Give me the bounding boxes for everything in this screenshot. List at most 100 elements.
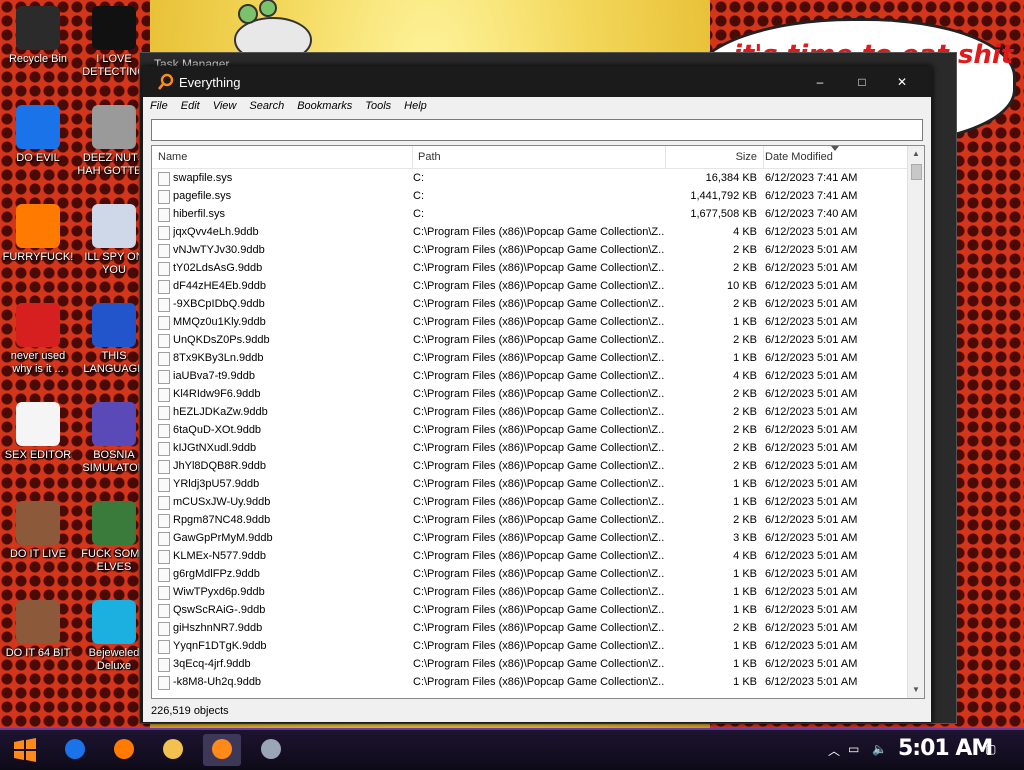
task-manager-taskbar-icon[interactable] — [252, 734, 290, 766]
chevron-up-icon[interactable]: ︿ — [828, 742, 840, 759]
file-date: 6/12/2023 5:01 AM — [765, 604, 858, 616]
menu-item[interactable]: Search — [242, 97, 290, 112]
file-row[interactable]: g6rgMdlFPz.9ddb C:\Program Files (x86)\Po… — [152, 565, 907, 583]
file-row[interactable]: MMQz0u1Kly.9ddb C:\Program Files (x86)\Po… — [152, 313, 907, 331]
file-row[interactable]: hEZLJDKaZw.9ddb C:\Program Files (x86)\Po… — [152, 403, 907, 421]
app-icon — [16, 303, 60, 347]
menu-item[interactable]: Bookmarks — [290, 97, 358, 112]
desktop-icon[interactable]: FURRYFUCK! — [0, 204, 76, 264]
file-row[interactable]: KLMEx-N577.9ddb C:\Program Files (x86)\Po… — [152, 547, 907, 565]
file-date: 6/12/2023 5:01 AM — [765, 226, 858, 238]
file-row[interactable]: giHszhnNR7.9ddb C:\Program Files (x86)\Po… — [152, 619, 907, 637]
file-row[interactable]: GawGpPrMyM.9ddb C:\Program Files (x86)\Po… — [152, 529, 907, 547]
file-name: swapfile.sys — [173, 172, 233, 184]
file-name: 3qEcq-4jrf.9ddb — [173, 658, 251, 670]
file-row[interactable]: Kl4RIdw9F6.9ddb C:\Program Files (x86)\Po… — [152, 385, 907, 403]
file-date: 6/12/2023 5:01 AM — [765, 370, 858, 382]
file-row[interactable]: YyqnF1DTgK.9ddb C:\Program Files (x86)\Po… — [152, 637, 907, 655]
search-input[interactable] — [151, 119, 923, 141]
file-icon — [158, 496, 170, 510]
desktop-icon[interactable]: DO IT 64 BIT — [0, 600, 76, 660]
close-button[interactable]: ✕ — [885, 73, 919, 91]
file-icon — [158, 352, 170, 366]
file-date: 6/12/2023 5:01 AM — [765, 460, 858, 472]
firefox-taskbar-icon[interactable] — [105, 734, 143, 766]
file-name: 8Tx9KBy3Ln.9ddb — [173, 352, 264, 364]
app-icon — [92, 303, 136, 347]
file-path: C:\Program Files (x86)\Popcap Game Colle… — [413, 460, 665, 472]
file-row[interactable]: vNJwTYJv30.9ddb C:\Program Files (x86)\Po… — [152, 241, 907, 259]
file-row[interactable]: pagefile.sys C: 1,441,792 KB 6/12/2023 7:41… — [152, 187, 907, 205]
file-row[interactable]: jqxQvv4eLh.9ddb C:\Program Files (x86)\Po… — [152, 223, 907, 241]
file-row[interactable]: WiwTPyxd6p.9ddb C:\Program Files (x86)\Po… — [152, 583, 907, 601]
maximize-button[interactable]: □ — [845, 73, 879, 91]
file-row[interactable]: mCUSxJW-Uy.9ddb C:\Program Files (x86)\Po… — [152, 493, 907, 511]
scroll-thumb[interactable] — [911, 164, 922, 180]
file-size: 1 KB — [733, 640, 757, 652]
file-row[interactable]: JhYl8DQB8R.9ddb C:\Program Files (x86)\Po… — [152, 457, 907, 475]
file-row[interactable]: YRldj3pU57.9ddb C:\Program Files (x86)\Po… — [152, 475, 907, 493]
file-name: QswScRAiG-.9ddb — [173, 604, 266, 616]
chrome-taskbar-icon[interactable] — [56, 734, 94, 766]
file-icon — [158, 244, 170, 258]
file-row[interactable]: UnQKDsZ0Ps.9ddb C:\Program Files (x86)\Po… — [152, 331, 907, 349]
file-date: 6/12/2023 5:01 AM — [765, 676, 858, 688]
desktop-icon[interactable]: DO IT LIVE — [0, 501, 76, 561]
file-row[interactable]: QswScRAiG-.9ddb C:\Program Files (x86)\Po… — [152, 601, 907, 619]
title-bar[interactable]: Everything – □ ✕ — [143, 67, 931, 97]
file-date: 6/12/2023 5:01 AM — [765, 532, 858, 544]
desktop-icon-label: SEX EDITOR — [4, 449, 72, 461]
file-row[interactable]: hiberfil.sys C: 1,677,508 KB 6/12/2023 7:40… — [152, 205, 907, 223]
desktop-icon[interactable]: SEX EDITOR — [0, 402, 76, 462]
column-path[interactable]: Path — [412, 146, 666, 168]
file-date: 6/12/2023 5:01 AM — [765, 514, 858, 526]
file-row[interactable]: iaUBva7-t9.9ddb C:\Program Files (x86)\Po… — [152, 367, 907, 385]
file-row[interactable]: Rpgm87NC48.9ddb C:\Program Files (x86)\Po… — [152, 511, 907, 529]
scroll-down-icon[interactable]: ▼ — [908, 682, 924, 698]
column-size[interactable]: Size — [665, 146, 764, 168]
file-row[interactable]: tY02LdsAsG.9ddb C:\Program Files (x86)\Po… — [152, 259, 907, 277]
file-row[interactable]: 6taQuD-XOt.9ddb C:\Program Files (x86)\Po… — [152, 421, 907, 439]
file-row[interactable]: 8Tx9KBy3Ln.9ddb C:\Program Files (x86)\Po… — [152, 349, 907, 367]
file-row[interactable]: kIJGtNXudl.9ddb C:\Program Files (x86)\Po… — [152, 439, 907, 457]
clock[interactable]: 5:01 AM — [898, 736, 993, 761]
file-row[interactable]: swapfile.sys C: 16,384 KB 6/12/2023 7:41 AM — [152, 169, 907, 187]
file-row[interactable]: 3qEcq-4jrf.9ddb C:\Program Files (x86)\Po… — [152, 655, 907, 673]
file-row[interactable]: -9XBCpIDbQ.9ddb C:\Program Files (x86)\Po… — [152, 295, 907, 313]
desktop-icon[interactable]: never used why is it ... — [0, 303, 76, 376]
file-path: C:\Program Files (x86)\Popcap Game Colle… — [413, 622, 665, 634]
app-icon — [16, 204, 60, 248]
scroll-up-icon[interactable]: ▲ — [908, 146, 924, 162]
file-date: 6/12/2023 5:01 AM — [765, 478, 858, 490]
desktop-icon[interactable]: Recycle Bin — [0, 6, 76, 66]
network-icon[interactable]: ▭ — [848, 742, 859, 756]
file-row[interactable]: -k8M8-Uh2q.9ddb C:\Program Files (x86)\Po… — [152, 673, 907, 691]
app-icon — [16, 105, 60, 149]
file-row[interactable]: dF44zHE4Eb.9ddb C:\Program Files (x86)\Po… — [152, 277, 907, 295]
taskbar-app-icon — [212, 739, 232, 759]
file-size: 4 KB — [733, 226, 757, 238]
file-size: 2 KB — [733, 424, 757, 436]
file-size: 2 KB — [733, 298, 757, 310]
menu-item[interactable]: Tools — [358, 97, 397, 112]
minimize-button[interactable]: – — [803, 73, 837, 91]
file-explorer-taskbar-icon[interactable] — [154, 734, 192, 766]
volume-icon[interactable]: 🔈 — [872, 742, 887, 756]
file-date: 6/12/2023 5:01 AM — [765, 550, 858, 562]
file-size: 2 KB — [733, 244, 757, 256]
menu-item[interactable]: View — [206, 97, 243, 112]
menu-item[interactable]: File — [143, 97, 174, 112]
menu-item[interactable]: Edit — [174, 97, 206, 112]
file-icon — [158, 442, 170, 456]
notifications-icon[interactable]: ▢ — [985, 742, 996, 756]
app-icon — [92, 6, 136, 50]
menu-item[interactable]: Help — [397, 97, 433, 112]
file-path: C:\Program Files (x86)\Popcap Game Colle… — [413, 496, 665, 508]
desktop-icon[interactable]: DO EVIL — [0, 105, 76, 165]
column-name[interactable]: Name — [152, 146, 413, 168]
file-name: Rpgm87NC48.9ddb — [173, 514, 271, 526]
start-button-icon[interactable] — [12, 738, 38, 762]
everything-taskbar-icon[interactable] — [203, 734, 241, 766]
vertical-scrollbar[interactable]: ▲ ▼ — [907, 146, 924, 698]
file-date: 6/12/2023 7:40 AM — [765, 208, 858, 220]
